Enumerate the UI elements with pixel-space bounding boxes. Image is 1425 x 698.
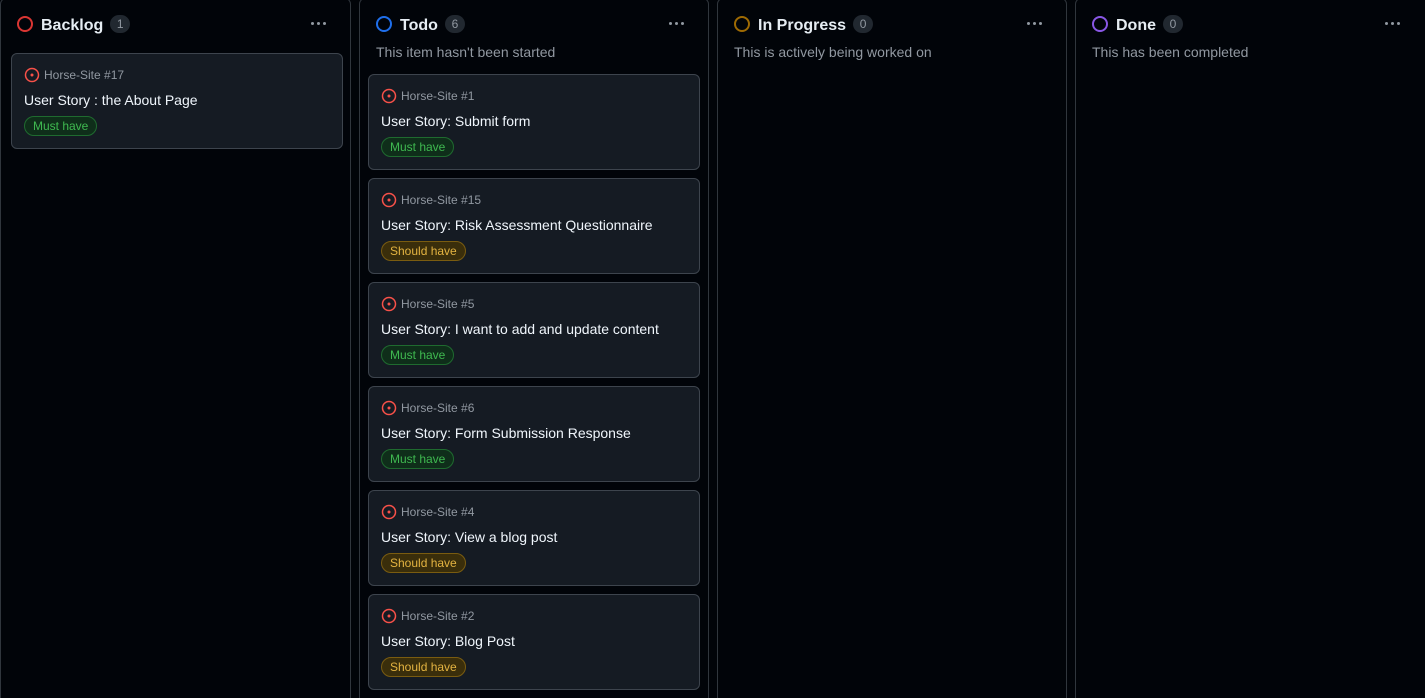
issue-title[interactable]: User Story : the About Page (24, 91, 198, 109)
issue-card[interactable]: Horse-Site #5 User Story: I want to add … (368, 282, 700, 378)
issue-card[interactable]: Horse-Site #6 User Story: Form Submissio… (368, 386, 700, 482)
column-backlog: Backlog 1 Horse-Site #17 User Story : the… (0, 0, 351, 698)
issue-reference[interactable]: Horse-Site #15 (401, 192, 481, 208)
issue-card[interactable]: Horse-Site #1 User Story: Submit form Mu… (368, 74, 700, 170)
column-menu-button[interactable] (662, 9, 690, 37)
column-header: Done 0 (1076, 0, 1425, 47)
column-todo: Todo 6 This item hasn't been started Hors… (359, 0, 709, 698)
column-header: Todo 6 (360, 0, 708, 47)
issue-card[interactable]: Horse-Site #17 User Story : the About Pa… (11, 53, 343, 149)
issue-title[interactable]: User Story: View a blog post (381, 528, 557, 546)
project-board: Backlog 1 Horse-Site #17 User Story : the… (0, 0, 1425, 698)
issue-reference[interactable]: Horse-Site #2 (401, 608, 474, 624)
issue-title[interactable]: User Story: Risk Assessment Questionnair… (381, 216, 653, 234)
priority-label[interactable]: Must have (381, 345, 455, 365)
issue-title[interactable]: User Story: Blog Post (381, 632, 515, 650)
more-dots-icon (1384, 21, 1388, 25)
issue-card[interactable]: Horse-Site #2 User Story: Blog Post Shou… (368, 594, 700, 690)
priority-label[interactable]: Must have (381, 449, 455, 469)
column-done: Done 0 This has been completed (1075, 0, 1425, 698)
more-dots-icon (310, 21, 314, 25)
column-title: Todo 6 (400, 15, 465, 36)
column-description: This has been completed (1092, 44, 1249, 60)
issue-reference[interactable]: Horse-Site #17 (44, 67, 124, 83)
card-list: Horse-Site #1 User Story: Submit form Mu… (368, 74, 700, 698)
more-dots-icon (668, 21, 672, 25)
issue-card[interactable]: Horse-Site #4 User Story: View a blog po… (368, 490, 700, 586)
issue-open-icon (381, 88, 397, 104)
issue-reference[interactable]: Horse-Site #5 (401, 296, 474, 312)
issue-card[interactable]: Horse-Site #15 User Story: Risk Assessme… (368, 178, 700, 274)
item-count-badge: 0 (1163, 15, 1183, 33)
issue-open-icon (381, 608, 397, 624)
status-circle-icon (17, 16, 33, 32)
item-count-badge: 0 (853, 15, 874, 33)
issue-reference[interactable]: Horse-Site #6 (401, 400, 474, 416)
issue-reference[interactable]: Horse-Site #1 (401, 88, 474, 104)
column-description: This item hasn't been started (376, 44, 556, 60)
status-circle-icon (734, 16, 750, 32)
issue-open-icon (381, 192, 397, 208)
issue-open-icon (381, 296, 397, 312)
issue-title[interactable]: User Story: Submit form (381, 112, 530, 130)
issue-title[interactable]: User Story: I want to add and update con… (381, 320, 659, 338)
column-title: In Progress 0 (758, 15, 874, 36)
more-dots-icon (1026, 21, 1030, 25)
priority-label[interactable]: Should have (381, 553, 466, 573)
status-circle-icon (376, 16, 392, 32)
column-header: In Progress 0 (718, 0, 1066, 47)
column-header: Backlog 1 (1, 0, 350, 47)
priority-label[interactable]: Must have (24, 116, 98, 136)
item-count-badge: 1 (110, 15, 131, 33)
column-in-progress: In Progress 0 This is actively being work… (717, 0, 1067, 698)
issue-open-icon (381, 504, 397, 520)
issue-reference[interactable]: Horse-Site #4 (401, 504, 474, 520)
issue-open-icon (381, 400, 397, 416)
issue-open-icon (24, 67, 40, 83)
column-menu-button[interactable] (1378, 9, 1406, 37)
priority-label[interactable]: Should have (381, 657, 466, 677)
card-list: Horse-Site #17 User Story : the About Pa… (11, 53, 343, 157)
column-title: Done 0 (1116, 15, 1183, 36)
status-circle-icon (1092, 16, 1108, 32)
column-menu-button[interactable] (1020, 9, 1048, 37)
column-menu-button[interactable] (304, 9, 332, 37)
column-description: This is actively being worked on (734, 44, 932, 60)
priority-label[interactable]: Should have (381, 241, 466, 261)
issue-title[interactable]: User Story: Form Submission Response (381, 424, 631, 442)
priority-label[interactable]: Must have (381, 137, 455, 157)
item-count-badge: 6 (444, 15, 465, 33)
column-title: Backlog 1 (41, 15, 131, 36)
